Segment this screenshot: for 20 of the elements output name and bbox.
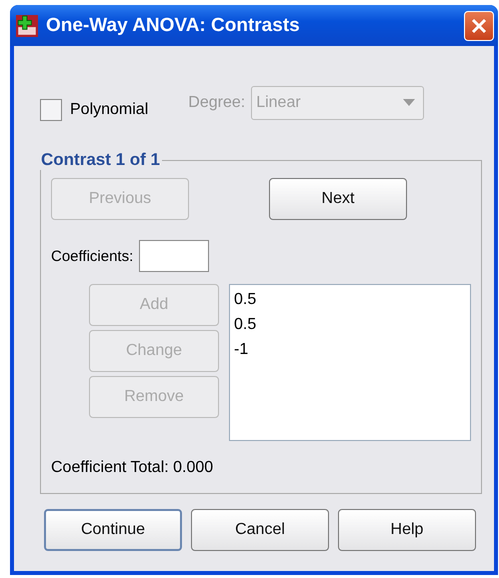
- nav-button[interactable]: Next: [269, 178, 407, 220]
- coefficient-list[interactable]: 0.5 0.5 -1: [229, 284, 471, 441]
- list-item[interactable]: 0.5: [234, 316, 466, 341]
- dialog-button[interactable]: Continue: [44, 509, 182, 551]
- polynomial-label: Polynomial: [70, 101, 148, 119]
- list-item[interactable]: -1: [234, 341, 466, 366]
- coefficient-total: Coefficient Total: 0.000: [51, 459, 214, 477]
- group-title: Contrast 1 of 1: [40, 150, 162, 170]
- coefficients-field[interactable]: [139, 240, 210, 272]
- degree-label: Degree:: [188, 94, 246, 112]
- polynomial-checkbox[interactable]: [40, 99, 62, 121]
- dialog-button[interactable]: Cancel: [191, 509, 329, 551]
- close-icon: [470, 16, 488, 34]
- app-icon: [16, 14, 38, 36]
- close-button[interactable]: [464, 10, 494, 40]
- caret-icon: [403, 99, 416, 107]
- window-title: One-Way ANOVA: Contrasts: [46, 14, 301, 36]
- list-item[interactable]: 0.5: [234, 291, 466, 316]
- dialog-button[interactable]: Help: [338, 509, 476, 551]
- coefficients-label: Coefficients:: [51, 248, 134, 264]
